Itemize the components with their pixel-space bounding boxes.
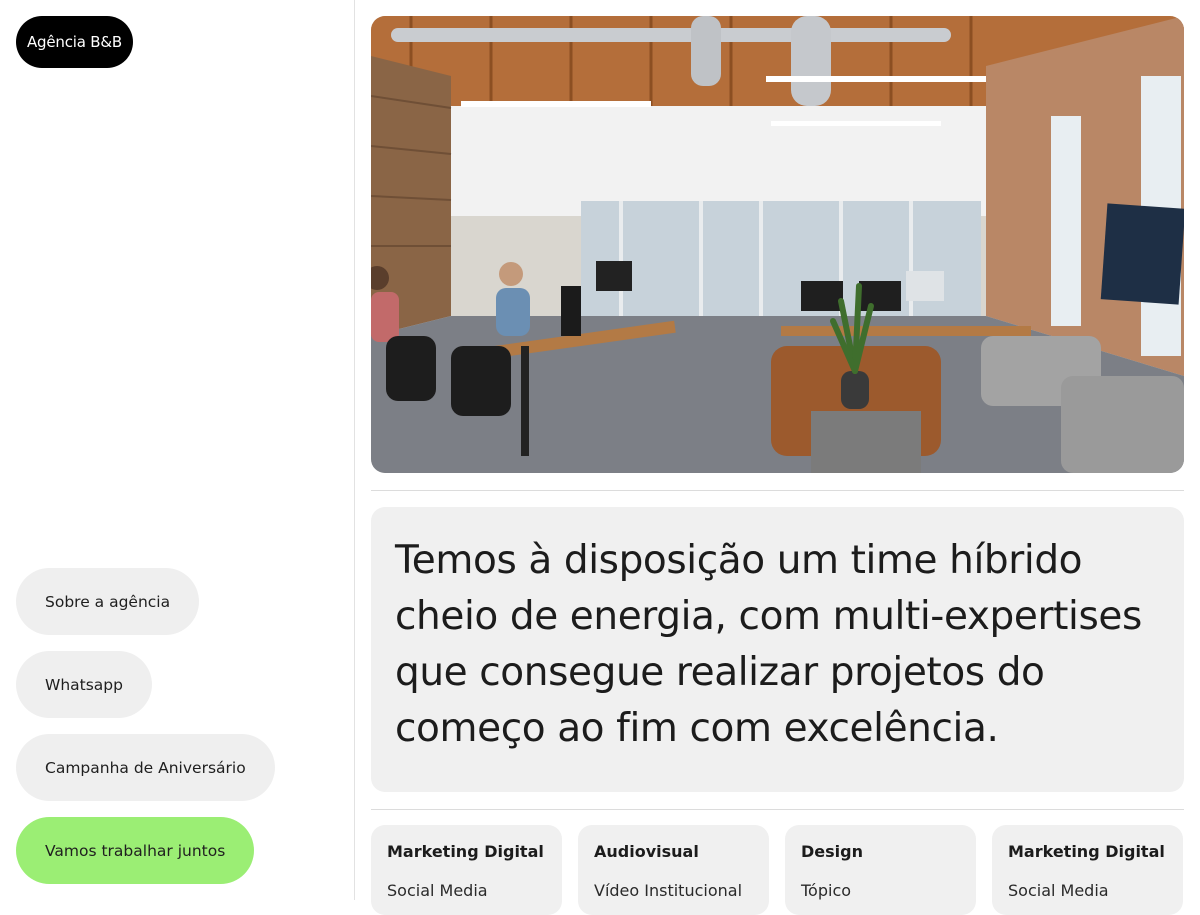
service-card-title: Marketing Digital	[387, 842, 544, 861]
services-cards: Marketing Digital Social Media Audiovisu…	[371, 825, 1184, 915]
service-card-title: Marketing Digital	[1008, 842, 1165, 861]
service-card-item: Social Media	[387, 881, 488, 900]
brand-logo-button[interactable]: Agência B&B	[16, 16, 133, 68]
statement-panel: Temos à disposição um time híbrido cheio…	[371, 507, 1184, 792]
service-card-title: Design	[801, 842, 863, 861]
main-content: Temos à disposição um time híbrido cheio…	[371, 0, 1184, 915]
sidebar: Agência B&B Sobre a agência Whatsapp Cam…	[0, 0, 355, 900]
service-card-item: Vídeo Institucional	[594, 881, 743, 900]
statement-text: Temos à disposição um time híbrido cheio…	[395, 538, 1142, 751]
office-hero-image	[371, 16, 1184, 473]
divider-top	[371, 490, 1184, 491]
service-card-title: Audiovisual	[594, 842, 699, 861]
service-card-item: Social Media	[1008, 881, 1109, 900]
nav-item-vamos-trabalhar-cta[interactable]: Vamos trabalhar juntos	[16, 817, 255, 884]
service-card-item: Tópico	[801, 881, 852, 900]
nav-item-whatsapp[interactable]: Whatsapp	[16, 651, 152, 718]
office-photo-illustration	[371, 16, 1184, 473]
service-card[interactable]: Design Tópico	[785, 825, 976, 915]
service-card[interactable]: Audiovisual Vídeo Institucional	[578, 825, 769, 915]
service-card[interactable]: Marketing Digital Social Media	[992, 825, 1183, 915]
nav-item-sobre[interactable]: Sobre a agência	[16, 568, 200, 635]
service-card[interactable]: Marketing Digital Social Media	[371, 825, 562, 915]
divider-bottom	[371, 809, 1184, 810]
nav-item-campanha[interactable]: Campanha de Aniversário	[16, 734, 275, 801]
